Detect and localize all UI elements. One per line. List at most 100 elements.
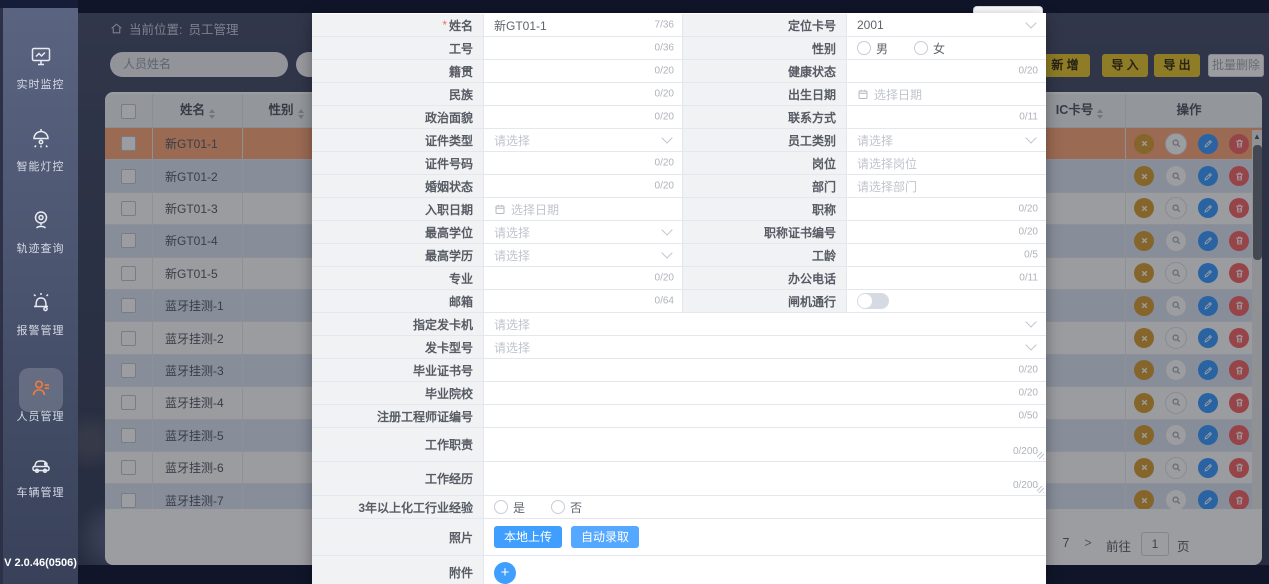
form-label: 职称 <box>683 198 847 220</box>
textarea-input[interactable]: 0/200 <box>484 428 1046 461</box>
text-input[interactable]: 0/20 <box>484 106 683 128</box>
text-input[interactable]: 0/50 <box>484 405 1046 427</box>
form-row: 证件号码0/20岗位请选择岗位 <box>312 152 1046 175</box>
text-input[interactable]: 请选择岗位 <box>847 152 1046 174</box>
radio-option[interactable]: 男 <box>857 40 888 57</box>
select-input[interactable]: 请选择 <box>484 129 683 151</box>
form-row: 入职日期选择日期职称0/20 <box>312 198 1046 221</box>
text-input[interactable]: 0/20 <box>484 359 1046 381</box>
select-input[interactable]: 请选择 <box>484 336 1046 358</box>
text-input[interactable]: 0/20 <box>484 382 1046 404</box>
form-row: 婚姻状态0/20部门请选择部门 <box>312 175 1046 198</box>
form-row: 毕业院校0/20 <box>312 382 1046 405</box>
chevron-down-icon <box>661 132 672 143</box>
char-counter: 0/50 <box>1019 411 1038 422</box>
form-row: 民族0/20出生日期选择日期 <box>312 83 1046 106</box>
select-input[interactable]: 请选择 <box>484 313 1046 335</box>
text-input[interactable]: 0/11 <box>847 267 1046 289</box>
radio-option[interactable]: 是 <box>494 499 525 516</box>
char-counter: 0/20 <box>1019 388 1038 399</box>
char-counter: 0/11 <box>1019 112 1038 123</box>
local-upload-button[interactable]: 本地上传 <box>494 526 562 548</box>
sidebar-item-track-query[interactable]: 轨迹查询 <box>3 208 78 256</box>
form-label: 定位卡号 <box>683 14 847 36</box>
form-label: 职称证书编号 <box>683 221 847 243</box>
char-counter: 0/20 <box>1019 365 1038 376</box>
select-input[interactable]: 请选择 <box>847 129 1046 151</box>
alarm-icon <box>29 290 53 314</box>
textarea-input[interactable]: 0/200 <box>484 462 1046 495</box>
sidebar-item-label: 报警管理 <box>3 322 78 338</box>
sidebar-item-light-control[interactable]: 智能灯控 <box>3 126 78 174</box>
form-label: 照片 <box>312 519 484 555</box>
form-label: 岗位 <box>683 152 847 174</box>
form-row: 邮箱0/64闸机通行 <box>312 290 1046 313</box>
photo-upload-field[interactable]: 本地上传自动录取 <box>484 519 1046 555</box>
person-icon <box>29 376 53 400</box>
text-input[interactable]: 新GT01-17/36 <box>484 14 683 36</box>
chevron-down-icon <box>661 224 672 235</box>
resize-handle[interactable] <box>1037 452 1044 459</box>
radio-option[interactable]: 否 <box>551 499 582 516</box>
sidebar-item-label: 轨迹查询 <box>3 240 78 256</box>
form-label: 3年以上化工行业经验 <box>312 496 484 518</box>
date-input[interactable]: 选择日期 <box>847 83 1046 105</box>
calendar-icon <box>494 203 506 215</box>
text-input[interactable]: 0/64 <box>484 290 683 312</box>
date-input[interactable]: 选择日期 <box>484 198 683 220</box>
form-label: 最高学位 <box>312 221 484 243</box>
radio-circle-icon <box>914 41 928 55</box>
required-asterisk: * <box>442 18 447 32</box>
sidebar-item-realtime-monitor[interactable]: 实时监控 <box>3 44 78 92</box>
auto-capture-button[interactable]: 自动录取 <box>571 526 639 548</box>
radio-group[interactable]: 男女 <box>847 37 1046 59</box>
text-input[interactable]: 0/20 <box>847 198 1046 220</box>
text-input[interactable]: 0/20 <box>484 267 683 289</box>
form-label: 专业 <box>312 267 484 289</box>
radio-group[interactable]: 是否 <box>484 496 1046 518</box>
char-counter: 0/20 <box>1019 227 1038 238</box>
char-counter: 0/20 <box>655 66 674 77</box>
text-input[interactable]: 0/11 <box>847 106 1046 128</box>
text-input[interactable]: 0/20 <box>484 60 683 82</box>
char-counter: 0/20 <box>655 112 674 123</box>
form-row: *姓名新GT01-17/36定位卡号2001 <box>312 14 1046 37</box>
form-label: 附件 <box>312 556 484 584</box>
form-label: 最高学历 <box>312 244 484 266</box>
form-label: 闸机通行 <box>683 290 847 312</box>
form-row: 照片本地上传自动录取 <box>312 519 1046 556</box>
toggle-switch[interactable] <box>857 293 889 309</box>
text-input[interactable]: 0/36 <box>484 37 683 59</box>
sidebar-item-label: 智能灯控 <box>3 158 78 174</box>
text-input[interactable]: 0/5 <box>847 244 1046 266</box>
sidebar-item-alarm-management[interactable]: 报警管理 <box>3 290 78 338</box>
add-attachment-button[interactable]: + <box>494 562 516 584</box>
text-input[interactable]: 0/20 <box>484 83 683 105</box>
text-input[interactable]: 0/20 <box>484 175 683 197</box>
char-counter: 0/20 <box>655 181 674 192</box>
employee-form: *姓名新GT01-17/36定位卡号2001工号0/36性别男女籍贯0/20健康… <box>312 14 1046 584</box>
attachment-field[interactable]: + <box>484 556 1046 584</box>
sidebar-item-personnel-management[interactable]: 人员管理 <box>3 376 78 424</box>
select-input[interactable]: 2001 <box>847 14 1046 36</box>
form-row: 注册工程师证编号0/50 <box>312 405 1046 428</box>
char-counter: 0/11 <box>1019 273 1038 284</box>
select-input[interactable]: 请选择 <box>484 244 683 266</box>
char-counter: 0/200 <box>1013 446 1038 457</box>
form-row: 毕业证书号0/20 <box>312 359 1046 382</box>
text-input[interactable]: 0/20 <box>847 60 1046 82</box>
select-input[interactable]: 请选择 <box>484 221 683 243</box>
text-input[interactable]: 0/20 <box>484 152 683 174</box>
text-input[interactable]: 请选择部门 <box>847 175 1046 197</box>
radio-option[interactable]: 女 <box>914 40 945 57</box>
resize-handle[interactable] <box>1037 486 1044 493</box>
form-label: 工龄 <box>683 244 847 266</box>
sidebar-item-label: 车辆管理 <box>3 484 78 500</box>
gate-pass-toggle[interactable] <box>847 290 1046 312</box>
sidebar-item-vehicle-management[interactable]: 车辆管理 <box>3 452 78 500</box>
form-row: 指定发卡机请选择 <box>312 313 1046 336</box>
car-icon <box>29 452 53 476</box>
radio-circle-icon <box>857 41 871 55</box>
text-input[interactable]: 0/20 <box>847 221 1046 243</box>
form-label: 部门 <box>683 175 847 197</box>
